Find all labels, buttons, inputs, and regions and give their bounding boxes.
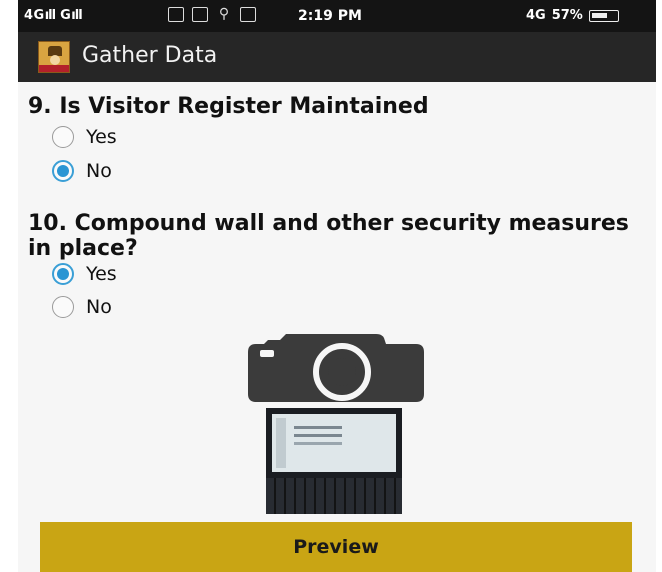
app-screen: 4Gıll Gıll ⚲ 2:19 PM 4G 57% Gather Data … [18,0,656,572]
facebook-icon [168,7,184,22]
q10-option-no[interactable]: No [52,294,112,320]
radio-unchecked-icon[interactable] [52,126,74,148]
q9-option-no[interactable]: No [52,158,112,184]
status-time: 2:19 PM [298,8,362,24]
signal-indicator: 4Gıll Gıll [24,8,83,23]
question-10-text: 10. Compound wall and other security mea… [28,211,629,261]
option-label: No [86,160,112,182]
q9-option-yes[interactable]: Yes [52,124,117,150]
q10-option-yes[interactable]: Yes [52,261,117,287]
status-bar: 4Gıll Gıll ⚲ 2:19 PM 4G 57% [18,0,656,32]
status-right: 4G 57% [526,8,619,23]
camera-icon[interactable] [246,330,426,402]
radio-unchecked-icon[interactable] [52,296,74,318]
app-title: Gather Data [82,43,218,68]
battery-icon [588,9,619,22]
network-type: 4G [526,8,546,23]
option-label: Yes [86,126,117,148]
app-logo-icon [38,41,70,73]
usb-icon: ⚲ [218,6,230,22]
image-icon [192,7,208,22]
question-9-text: 9. Is Visitor Register Maintained [28,94,429,119]
photo-thumbnail[interactable] [266,408,402,514]
app-notification-icon [240,7,256,22]
radio-checked-icon[interactable] [52,263,74,285]
option-label: No [86,296,112,318]
option-label: Yes [86,263,117,285]
app-bar: Gather Data [18,32,656,82]
notification-icons: ⚲ [168,7,256,22]
battery-percent: 57% [551,8,583,23]
radio-checked-icon[interactable] [52,160,74,182]
preview-button[interactable]: Preview [40,522,632,572]
